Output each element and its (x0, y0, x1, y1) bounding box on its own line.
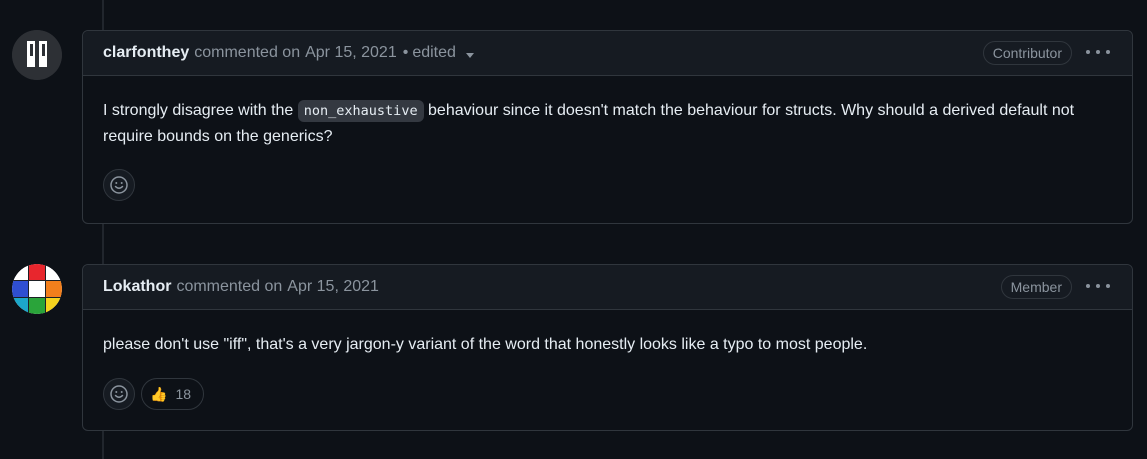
reaction-thumbs-up-button[interactable]: 👍 18 (141, 378, 205, 410)
comment-author[interactable]: Lokathor (103, 278, 171, 296)
add-reaction-button[interactable] (103, 169, 135, 201)
comment-text-before: I strongly disagree with the (103, 102, 294, 119)
edited-label: edited (412, 44, 456, 61)
role-badge: Contributor (982, 41, 1072, 65)
reaction-count: 18 (175, 386, 192, 402)
comment-box: clarfonthey commented on Apr 15, 2021 • … (82, 30, 1133, 224)
reactions-bar: 👍 18 (83, 378, 1132, 410)
triangle-down-icon (465, 52, 474, 58)
avatar[interactable] (12, 264, 62, 314)
avatar[interactable] (12, 30, 62, 80)
more-actions-kebab-icon[interactable] (1086, 41, 1110, 63)
add-reaction-button[interactable] (103, 378, 135, 410)
comment-action: commented on (194, 44, 301, 61)
more-actions-kebab-icon[interactable] (1086, 275, 1110, 297)
role-badge: Member (1000, 275, 1072, 299)
avatar-image (12, 264, 62, 314)
comment-header: clarfonthey commented on Apr 15, 2021 • … (83, 31, 1132, 76)
reactions-bar (83, 169, 1132, 201)
smiley-icon (110, 176, 128, 194)
comment-date[interactable]: Apr 15, 2021 (305, 44, 397, 62)
comment-text: please don't use "iff", that's a very ja… (103, 336, 868, 353)
comment-body: I strongly disagree with the non_exhaust… (83, 76, 1132, 150)
comment-box: Lokathor commented on Apr 15, 2021 Membe… (82, 264, 1133, 431)
edited-dropdown[interactable]: edited (412, 44, 474, 62)
avatar-image (12, 30, 62, 80)
comment-author[interactable]: clarfonthey (103, 44, 189, 62)
inline-code: non_exhaustive (297, 100, 424, 122)
comment-action: commented on (176, 278, 283, 295)
comment-date[interactable]: Apr 15, 2021 (287, 278, 379, 296)
thumbs-up-icon: 👍 (150, 385, 168, 402)
comment-header: Lokathor commented on Apr 15, 2021 Membe… (83, 265, 1132, 310)
smiley-icon (110, 385, 128, 403)
edited-separator: • (402, 44, 409, 61)
comment-body: please don't use "iff", that's a very ja… (83, 310, 1132, 358)
